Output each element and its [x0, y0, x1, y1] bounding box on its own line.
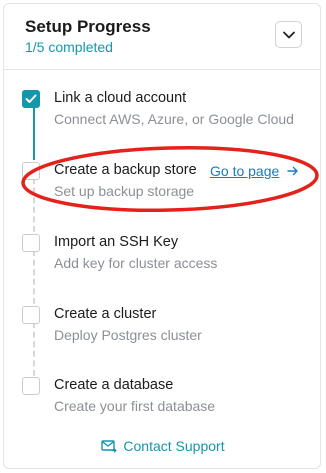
step-description: Create your first database: [54, 398, 216, 414]
step-description: Set up backup storage: [54, 183, 195, 199]
arrow-right-icon[interactable]: [287, 165, 299, 177]
step-checkbox[interactable]: [22, 377, 40, 395]
step-item: Import an SSH Key Add key for cluster ac…: [0, 233, 326, 279]
contact-support-label: Contact Support: [123, 438, 225, 454]
step-item: Create a database Create your first data…: [0, 376, 326, 422]
step-list: Link a cloud account Connect AWS, Azure,…: [0, 0, 326, 473]
step-item: Create a cluster Deploy Postgres cluster: [0, 305, 326, 351]
step-item: Create a backup store Set up backup stor…: [0, 161, 326, 207]
step-description: Connect AWS, Azure, or Google Cloud: [54, 111, 294, 127]
contact-support-link[interactable]: Contact Support: [0, 436, 326, 456]
check-icon: [25, 94, 37, 103]
step-description: Add key for cluster access: [54, 255, 218, 271]
go-to-page-link[interactable]: Go to page: [210, 163, 279, 179]
mail-icon: [101, 440, 118, 453]
step-title: Import an SSH Key: [54, 234, 179, 250]
step-title: Create a cluster: [54, 306, 157, 322]
step-title: Link a cloud account: [54, 90, 187, 106]
step-checkbox[interactable]: [22, 162, 40, 180]
step-item: Link a cloud account Connect AWS, Azure,…: [0, 89, 326, 135]
step-description: Deploy Postgres cluster: [54, 327, 202, 343]
step-title: Create a backup store: [54, 162, 197, 178]
step-checkbox[interactable]: [22, 306, 40, 324]
step-checkbox[interactable]: [22, 234, 40, 252]
step-title: Create a database: [54, 377, 174, 393]
step-checkbox[interactable]: [22, 90, 40, 108]
